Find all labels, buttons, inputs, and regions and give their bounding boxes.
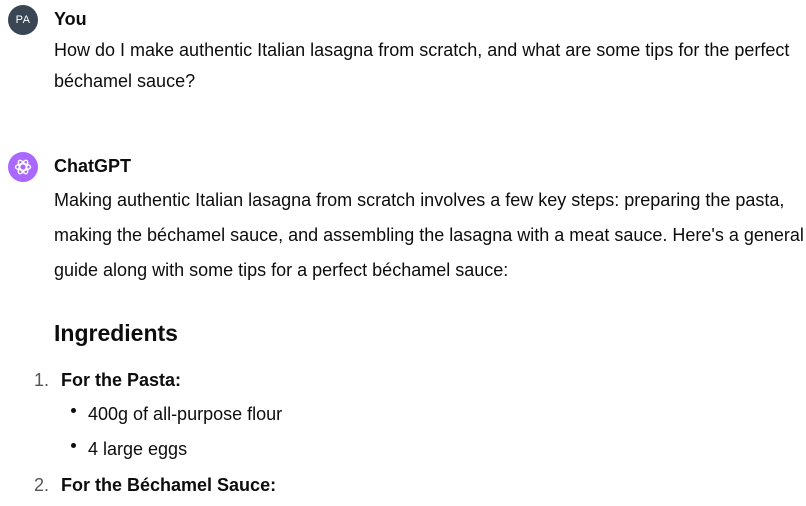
assistant-intro-text: Making authentic Italian lasagna from sc… — [54, 190, 804, 280]
list-item-title: For the Pasta: — [61, 370, 182, 390]
assistant-avatar — [8, 152, 38, 182]
list-item: 4 large eggs — [88, 439, 188, 459]
user-avatar: PA — [8, 5, 38, 35]
openai-logo-icon — [14, 159, 32, 175]
user-message-text: How do I make authentic Italian lasagna … — [54, 40, 790, 91]
list-number: 2. — [34, 475, 50, 495]
bullet-dot — [71, 408, 76, 413]
bullet-dot — [71, 443, 76, 448]
section-heading: Ingredients — [54, 320, 178, 346]
list-item-title: For the Béchamel Sauce: — [61, 475, 277, 495]
assistant-name: ChatGPT — [54, 156, 132, 176]
list-number: 1. — [34, 370, 50, 390]
list-item: 400g of all-purpose flour — [88, 404, 283, 424]
user-name: You — [54, 9, 87, 29]
